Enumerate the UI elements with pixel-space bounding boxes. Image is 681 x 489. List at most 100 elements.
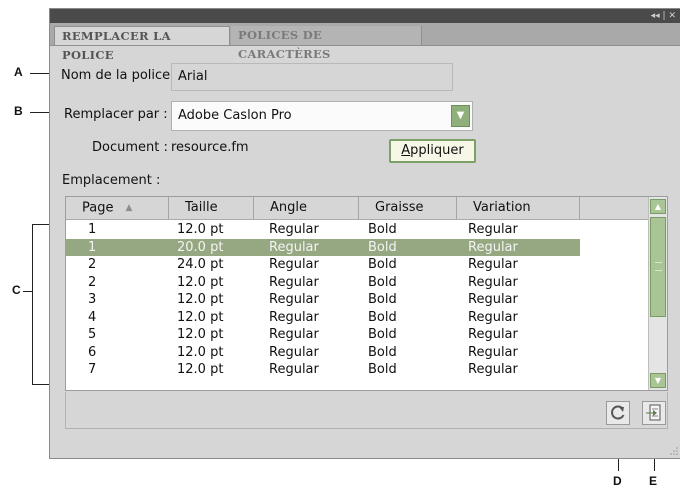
resize-grip-icon[interactable] [670, 447, 678, 455]
location-label: Emplacement : [62, 173, 161, 188]
table-cell: Regular [269, 292, 319, 307]
table-cell: Bold [368, 274, 397, 290]
refresh-button[interactable] [606, 401, 630, 425]
table-cell: 7 [88, 362, 97, 377]
table-row[interactable]: 1 12.0 pt Regular Bold Regular [66, 221, 649, 239]
scroll-up-icon[interactable]: ▲ [650, 199, 666, 214]
table-cell: 5 [88, 327, 97, 342]
table-cell: 6 [88, 344, 97, 360]
table-cell: Regular [468, 274, 518, 290]
table-cell: Regular [468, 257, 518, 272]
table-cell: Bold [368, 362, 397, 377]
table-cell: Regular [269, 327, 319, 342]
tab-replace-font[interactable]: REMPLACER LA POLICE [54, 26, 230, 62]
table-cell: Regular [468, 239, 518, 255]
table-cell: Regular [269, 309, 319, 325]
column-header-weight[interactable]: Graisse [359, 197, 457, 219]
table-cell: Regular [468, 362, 518, 377]
callout-d: D [613, 474, 622, 488]
column-header-page-label: Page [82, 200, 114, 216]
go-to-page-icon [646, 404, 661, 421]
tab-character-fonts[interactable]: POLICES DE CARACTÈRES [231, 26, 422, 61]
callout-b: B [14, 104, 23, 118]
document-value: resource.fm [171, 140, 249, 155]
table-row[interactable]: 4 12.0 pt Regular Bold Regular [66, 309, 649, 327]
table-row[interactable]: 7 12.0 pt Regular Bold Regular [66, 361, 649, 379]
table-row[interactable]: 1 20.0 pt Regular Bold Regular [66, 238, 580, 256]
table-cell: 20.0 pt [177, 239, 224, 255]
table-cell: 12.0 pt [177, 274, 224, 290]
tab-strip: REMPLACER LA POLICE POLICES DE CARACTÈRE… [50, 23, 680, 62]
bottom-toolbar [65, 392, 668, 429]
table-cell: 24.0 pt [177, 257, 224, 272]
document-label: Document : [92, 140, 168, 155]
replace-font-panel: ◂◂ | ✕ REMPLACER LA POLICE POLICES DE CA… [49, 8, 680, 459]
font-name-label: Nom de la police [61, 68, 171, 83]
table-cell: 12.0 pt [177, 327, 224, 342]
replace-with-label: Remplacer par : [64, 107, 168, 122]
table-cell: Regular [269, 222, 319, 237]
table-cell: Bold [368, 344, 397, 360]
sort-ascending-icon: ▲ [125, 203, 133, 213]
table-cell: 12.0 pt [177, 309, 224, 325]
table-cell: 2 [88, 274, 97, 290]
table-cell: 1 [88, 239, 97, 255]
replace-with-value: Adobe Caslon Pro [178, 108, 292, 123]
column-header-angle[interactable]: Angle [254, 197, 359, 219]
table-row[interactable]: 5 12.0 pt Regular Bold Regular [66, 326, 649, 344]
scroll-down-icon[interactable]: ▼ [650, 373, 666, 388]
panel-title-bar[interactable]: ◂◂ | ✕ [50, 9, 680, 23]
location-table: Page ▲ Taille Angle Graisse Variation 1 12… [65, 196, 668, 391]
table-cell: 2 [88, 257, 97, 272]
font-name-field: Arial [171, 63, 453, 91]
column-header-page[interactable]: Page ▲ [66, 197, 169, 219]
table-cell: 12.0 pt [177, 344, 224, 360]
refresh-icon [611, 405, 625, 420]
collapse-close-icon[interactable]: ◂◂ | ✕ [651, 9, 676, 23]
table-cell: 12.0 pt [177, 222, 224, 237]
table-cell: Regular [468, 327, 518, 342]
table-cell: Bold [368, 309, 397, 325]
table-row[interactable]: 3 12.0 pt Regular Bold Regular [66, 291, 649, 309]
table-cell: 12.0 pt [177, 362, 224, 377]
table-cell: 1 [88, 222, 97, 237]
table-row[interactable]: 2 24.0 pt Regular Bold Regular [66, 256, 649, 274]
table-rows: 1 12.0 pt Regular Bold Regular 1 20.0 pt Regula… [66, 221, 649, 379]
table-cell: Regular [468, 309, 518, 325]
column-header-weight-label: Graisse [375, 200, 424, 215]
callout-a: A [14, 65, 23, 79]
column-header-angle-label: Angle [270, 200, 307, 215]
table-cell: Bold [368, 239, 397, 255]
column-header-filler [580, 197, 649, 219]
table-cell: 12.0 pt [177, 292, 224, 307]
table-cell: Regular [269, 362, 319, 377]
column-header-size-label: Taille [185, 200, 218, 215]
table-cell: Regular [269, 257, 319, 272]
go-to-button[interactable] [642, 401, 666, 425]
table-cell: Regular [468, 344, 518, 360]
callout-c-bracket [32, 224, 33, 384]
table-row[interactable]: 2 12.0 pt Regular Bold Regular [66, 274, 649, 292]
replace-with-dropdown[interactable]: Adobe Caslon Pro ▼ [171, 101, 473, 131]
table-cell: Regular [269, 274, 319, 290]
apply-button[interactable]: Appliquer [389, 139, 476, 163]
column-header-size[interactable]: Taille [169, 197, 254, 219]
column-header-variation[interactable]: Variation [457, 197, 580, 219]
table-cell: Regular [468, 222, 518, 237]
table-cell: Regular [468, 292, 518, 307]
callout-e: E [649, 474, 658, 488]
vertical-scrollbar[interactable]: ▲ ▼ [648, 197, 667, 390]
table-cell: Regular [269, 344, 319, 360]
table-cell: Bold [368, 257, 397, 272]
table-cell: 4 [88, 309, 97, 325]
grip-icon [655, 262, 662, 271]
apply-button-label: ppliquer [410, 143, 464, 158]
callout-c: C [12, 283, 21, 297]
table-row[interactable]: 6 12.0 pt Regular Bold Regular [66, 344, 649, 362]
table-cell: Bold [368, 222, 397, 237]
chevron-down-icon[interactable]: ▼ [451, 105, 470, 127]
table-cell: 3 [88, 292, 97, 307]
callout-c-line [23, 291, 32, 292]
scroll-thumb[interactable] [650, 217, 666, 317]
table-header: Page ▲ Taille Angle Graisse Variation [66, 197, 649, 220]
